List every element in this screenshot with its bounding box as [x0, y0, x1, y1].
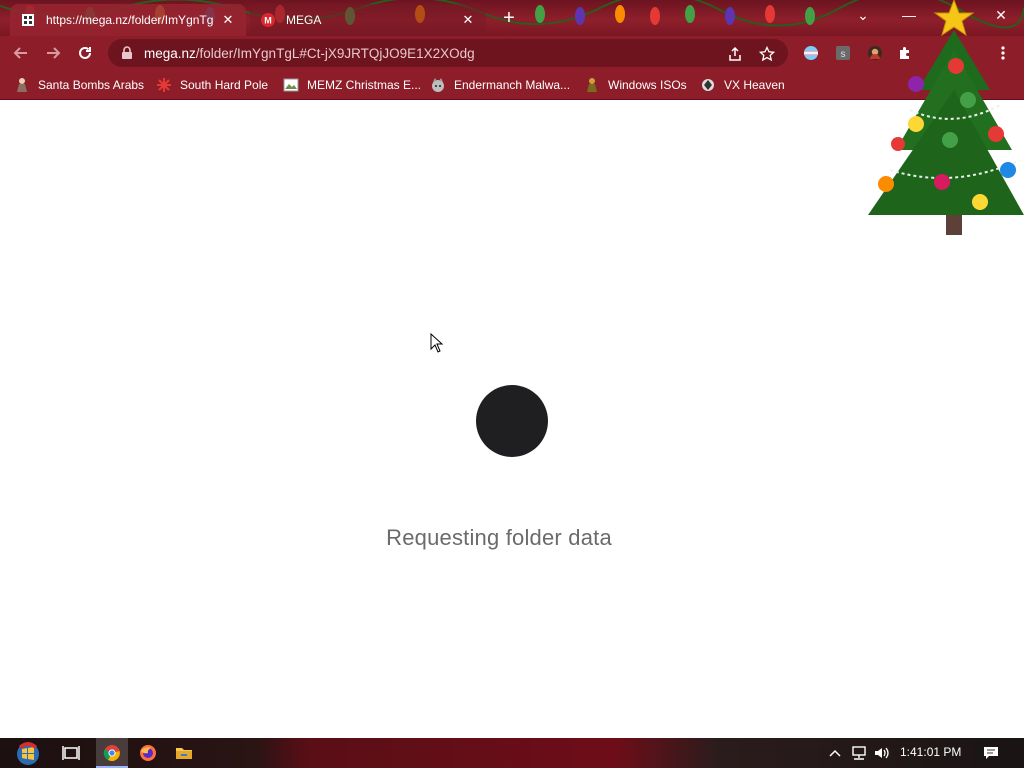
bookmark-star-icon[interactable] — [758, 45, 776, 63]
bookmark-windows-isos[interactable]: Windows ISOs — [584, 75, 687, 95]
snowflake-icon — [156, 77, 172, 93]
christmas-tree-decoration — [868, 0, 1024, 235]
mega-folder-favicon-icon — [20, 12, 36, 28]
action-center-icon[interactable] — [982, 744, 1000, 762]
share-icon[interactable] — [726, 45, 744, 63]
emblem-icon — [700, 77, 716, 93]
volume-icon[interactable] — [873, 744, 891, 762]
taskbar-file-explorer[interactable] — [171, 741, 197, 765]
bookmark-label: MEMZ Christmas E... — [307, 78, 422, 92]
mouse-cursor-icon — [430, 333, 444, 353]
bookmark-south-hard-pole[interactable]: South Hard Pole — [156, 75, 268, 95]
firefox-icon — [140, 745, 156, 761]
bookmark-santa-bombs-arabs[interactable]: Santa Bombs Arabs — [14, 75, 144, 95]
wolf-icon — [430, 77, 446, 93]
url-path: /folder/ImYgnTgL#Ct-jX9JRTQjJO9E1X2XOdg — [195, 45, 475, 61]
url-text: mega.nz/folder/ImYgnTgL#Ct-jX9JRTQjJO9E1… — [144, 46, 475, 61]
address-bar[interactable]: mega.nz/folder/ImYgnTgL#Ct-jX9JRTQjJO9E1… — [108, 39, 788, 67]
bookmark-memz-christmas[interactable]: MEMZ Christmas E... — [283, 75, 421, 95]
taskbar-chrome[interactable] — [99, 741, 125, 765]
lock-icon — [122, 46, 132, 59]
tab-title: MEGA — [286, 13, 322, 27]
forward-button[interactable] — [40, 41, 66, 65]
bookmark-label: Santa Bombs Arabs — [38, 78, 145, 92]
svg-text:M: M — [264, 16, 272, 26]
taskbar-clock[interactable]: 1:41:01 PM — [900, 745, 961, 759]
svg-text:s: s — [841, 49, 846, 60]
network-icon[interactable] — [850, 744, 868, 762]
folder-icon — [176, 748, 192, 759]
show-hidden-icons-chevron-icon[interactable] — [826, 744, 844, 762]
bookmark-label: VX Heaven — [724, 78, 785, 92]
close-tab-icon[interactable]: ✕ — [460, 12, 476, 28]
task-view-button[interactable] — [58, 741, 84, 765]
bookmark-label: Endermanch Malwa... — [454, 78, 571, 92]
bookmark-label: Windows ISOs — [608, 78, 687, 92]
bookmark-vx-heaven[interactable]: VX Heaven — [700, 75, 785, 95]
url-host: mega.nz — [144, 45, 196, 61]
bookmark-label: South Hard Pole — [180, 78, 269, 92]
person-icon — [14, 77, 30, 93]
back-button[interactable] — [8, 41, 34, 65]
tab-mega-folder-url[interactable]: https://mega.nz/folder/ImYgnTgL ✕ — [10, 4, 246, 36]
windows-taskbar: 1:41:01 PM — [0, 738, 1024, 768]
bookmark-endermanch-malware[interactable]: Endermanch Malwa... — [430, 75, 570, 95]
reload-button[interactable] — [72, 41, 98, 65]
tab-title: https://mega.nz/folder/ImYgnTgL — [46, 13, 214, 27]
loading-spinner — [476, 385, 548, 457]
arrow-left-icon — [13, 47, 27, 59]
chrome-icon — [103, 745, 120, 761]
image-icon — [283, 77, 299, 93]
windows-start-orb-icon — [17, 742, 39, 765]
task-view-icon — [62, 746, 80, 760]
close-tab-icon[interactable]: ✕ — [220, 12, 236, 28]
figure-icon — [584, 77, 600, 93]
tab-mega[interactable]: M MEGA ✕ — [250, 4, 486, 36]
taskbar-firefox[interactable] — [135, 741, 161, 765]
reload-icon — [79, 46, 91, 59]
start-button[interactable] — [12, 738, 44, 768]
loading-status-text: Requesting folder data — [386, 525, 612, 550]
extension-s-icon[interactable]: s — [830, 41, 856, 65]
new-tab-button[interactable]: + — [498, 8, 520, 30]
mega-logo-icon: M — [260, 12, 276, 28]
arrow-right-icon — [47, 47, 61, 59]
extension-flag-icon[interactable] — [798, 41, 824, 65]
